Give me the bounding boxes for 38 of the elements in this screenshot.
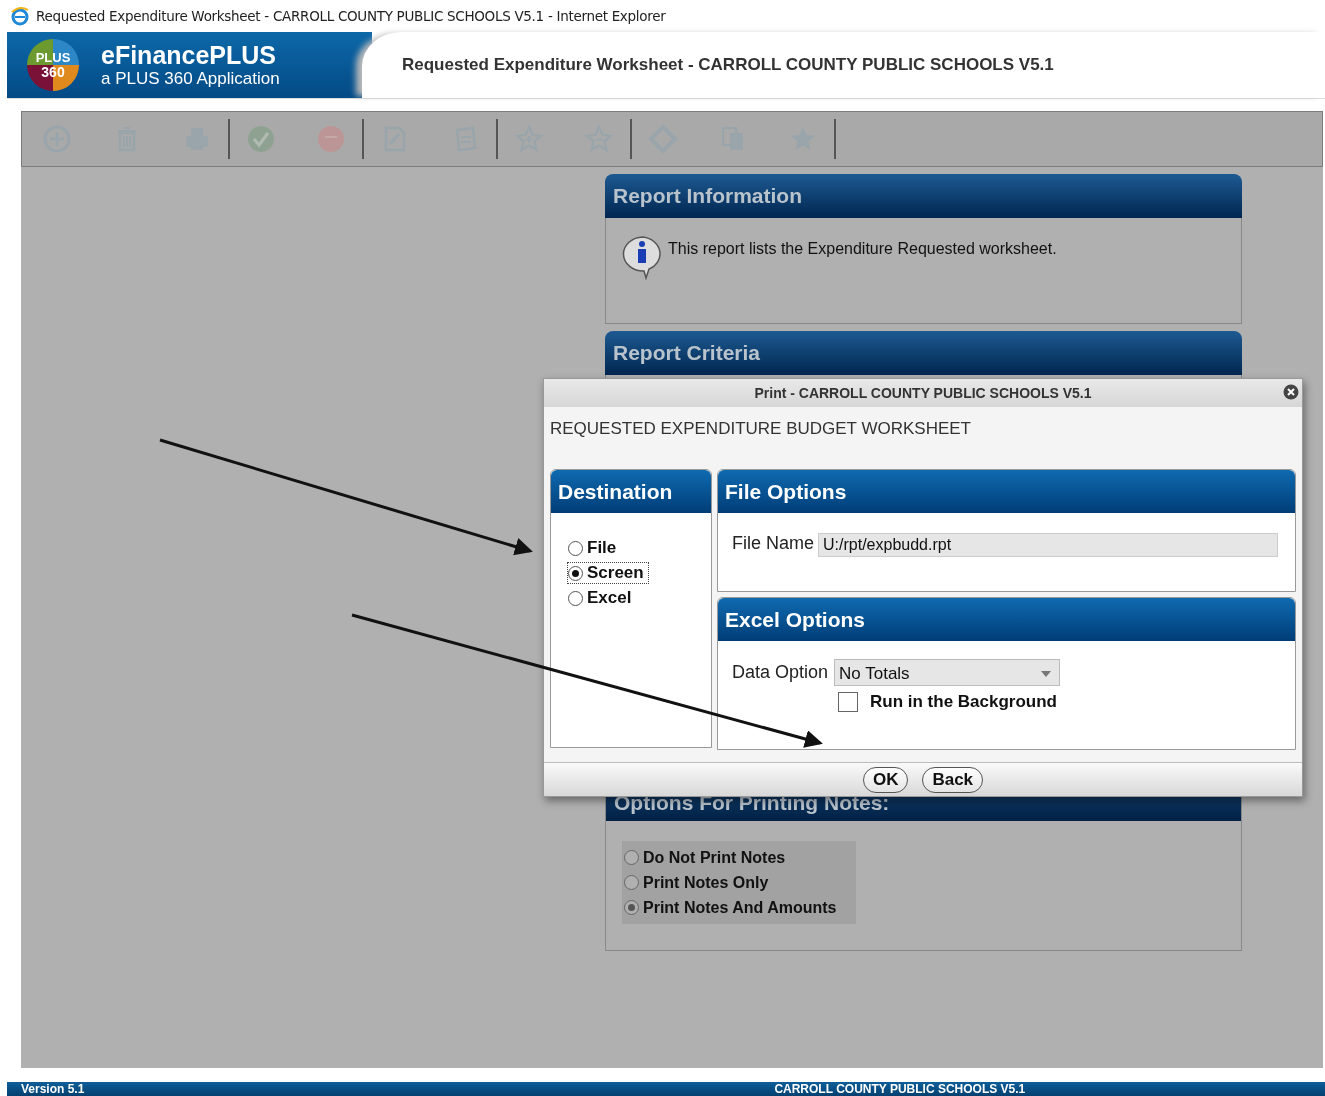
info-message: This report lists the Expenditure Requested worksheet. — [668, 240, 1057, 258]
radio-button[interactable] — [624, 900, 639, 915]
browser-logo-icon — [10, 6, 30, 26]
checkbox-option[interactable]: Run in the Background — [838, 692, 1295, 712]
panel-title: Report Criteria — [613, 341, 761, 365]
close-button[interactable] — [1283, 384, 1299, 400]
dialog-title: Print - CARROLL COUNTY PUBLIC SCHOOLS V5.1 — [754, 385, 1092, 401]
panel-title: Report Information — [613, 184, 802, 208]
panel-title: Destination — [558, 479, 673, 504]
radio-button[interactable] — [624, 875, 639, 890]
app-logo: PLUS 360 — [27, 39, 79, 91]
window-title: Requested Expenditure Worksheet - CARROLL COUNTY PUBLIC SCHOOLS V5.1 - Internet Explorer — [36, 8, 666, 24]
radio-button[interactable] — [568, 565, 583, 581]
panel-title: Excel Options — [725, 607, 866, 632]
file-name-field[interactable]: U:/rpt/expbudd.rpt — [818, 533, 1279, 557]
caret-icon — [1041, 670, 1052, 677]
radio-option[interactable]: Excel — [567, 587, 637, 609]
page-title: Requested Expenditure Worksheet - CARROLL COUNTY PUBLIC SCHOOLS V5.1 — [402, 55, 1054, 75]
radio-button[interactable] — [568, 590, 583, 606]
checkbox[interactable] — [838, 692, 858, 712]
product-name: eFinancePLUS — [101, 41, 278, 69]
data-option-dropdown[interactable]: No Totals — [834, 659, 1061, 686]
report-name: REQUESTED EXPENDITURE BUDGET WORKSHEET — [550, 419, 972, 439]
product-tagline: a PLUS 360 Application — [101, 69, 280, 89]
field-label: Data Option — [732, 662, 829, 683]
version-label: Version 5.1 — [21, 1082, 85, 1096]
field-label: File Name — [732, 533, 815, 554]
radio-option[interactable]: Print Notes Only — [622, 870, 856, 895]
radio-button[interactable] — [624, 850, 639, 865]
back-button[interactable]: Back — [922, 766, 984, 793]
radio-option[interactable]: Print Notes And Amounts — [622, 895, 856, 920]
panel-title: File Options — [725, 479, 847, 504]
radio-option[interactable]: File — [567, 537, 622, 559]
ok-button[interactable]: OK — [862, 766, 909, 793]
radio-option[interactable]: Screen — [567, 562, 649, 584]
district-label: CARROLL COUNTY PUBLIC SCHOOLS V5.1 — [774, 1082, 1026, 1096]
radio-option[interactable]: Do Not Print Notes — [622, 845, 856, 870]
radio-button[interactable] — [568, 540, 583, 556]
